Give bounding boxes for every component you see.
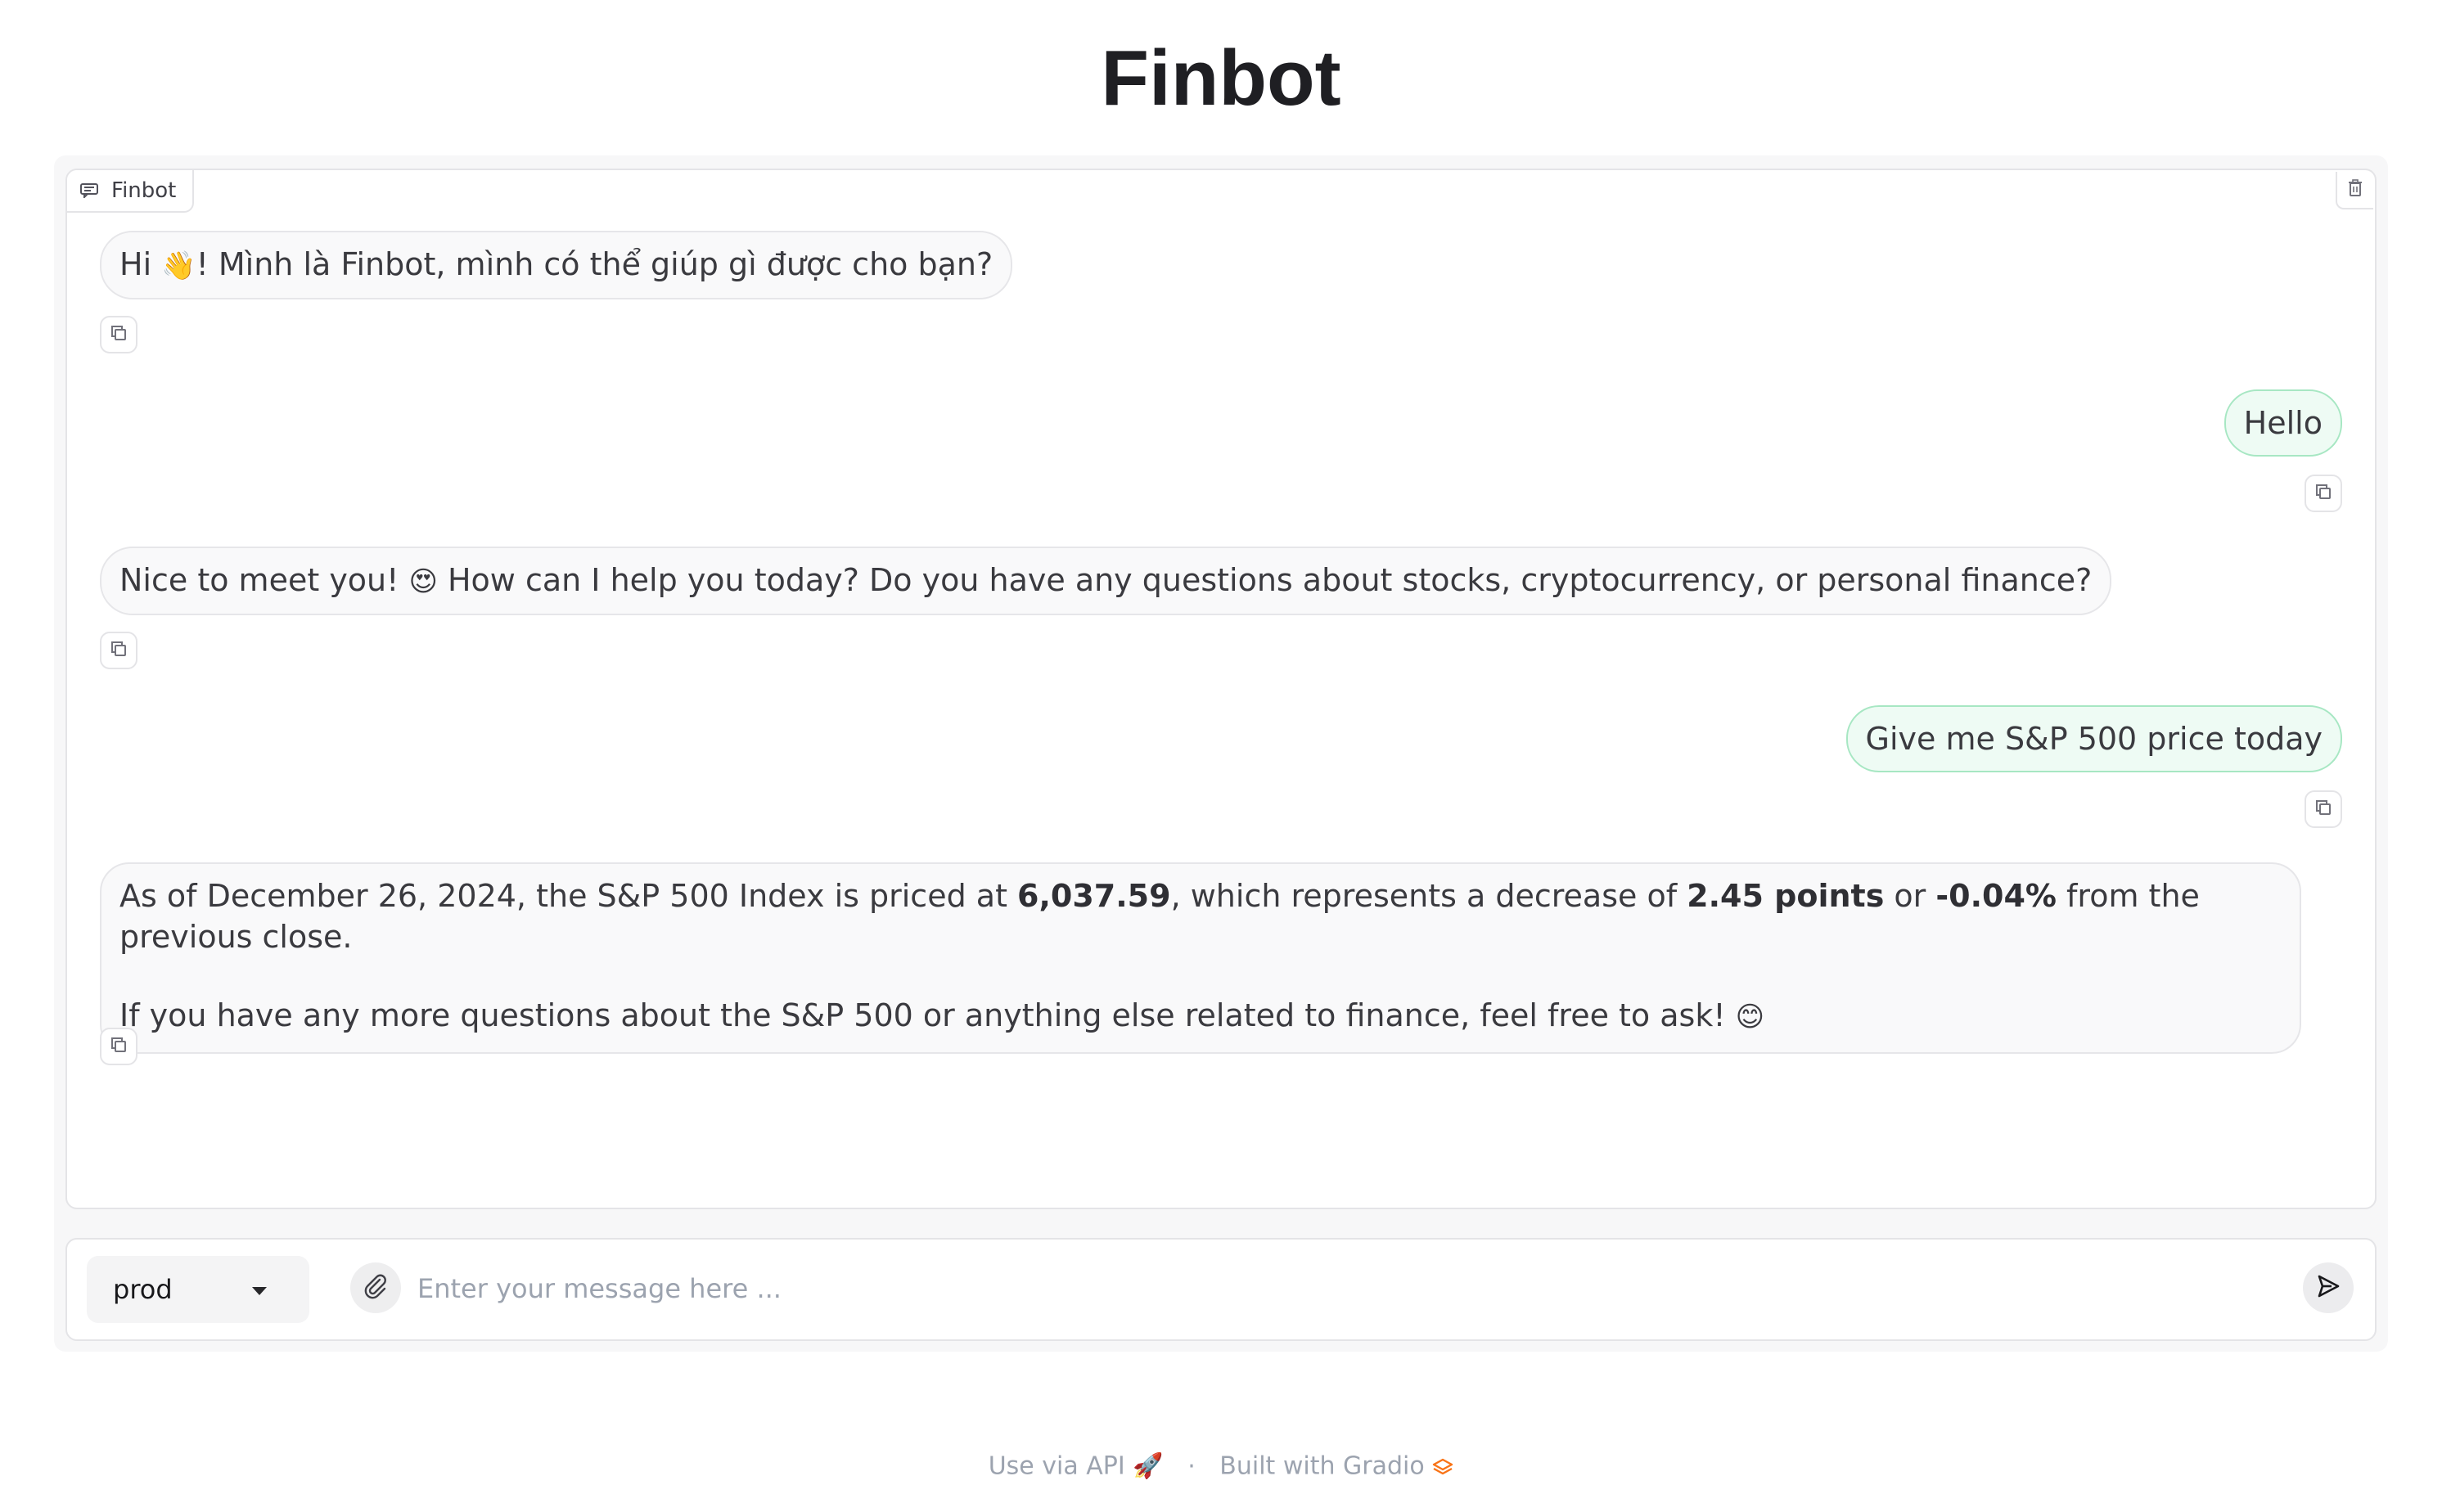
message-paragraph: As of December 26, 2024, the S&P 500 Ind…: [119, 875, 2282, 957]
bot-message: Hi 👋! Mình là Finbot, mình có thể giúp g…: [100, 231, 1013, 299]
smile-emoji: 😊: [1735, 1001, 1765, 1033]
message-text: Give me S&P 500 price today: [1865, 721, 2323, 757]
bot-message: Nice to meet you! 😍 How can I help you t…: [100, 547, 2112, 615]
message-text: As of December 26, 2024, the S&P 500 Ind…: [119, 878, 1018, 914]
user-message: Hello: [2223, 389, 2342, 457]
wave-emoji: 👋: [161, 250, 196, 282]
model-dropdown[interactable]: prod: [87, 1256, 309, 1323]
page-title: Finbot: [1101, 34, 1341, 122]
message-text: How can I help you today? Do you have an…: [437, 562, 2093, 598]
message-input-bar: prod: [65, 1238, 2377, 1341]
chatbot-label-text: Finbot: [111, 178, 177, 203]
footer-separator: ·: [1187, 1451, 1196, 1481]
paperclip-icon: [362, 1272, 390, 1303]
percent-change: -0.04%: [1935, 878, 2057, 914]
model-dropdown-value: prod: [113, 1274, 173, 1305]
message-text: Nice to meet you!: [119, 562, 409, 598]
copy-button[interactable]: [2305, 790, 2342, 828]
rocket-icon: 🚀: [1133, 1451, 1164, 1481]
chatbot-panel[interactable]: Finbot Hi 👋! Mình là Finbot, mình có thể…: [65, 169, 2377, 1209]
heart-eyes-emoji: 😍: [408, 565, 438, 598]
chatbot-label: Finbot: [67, 170, 195, 213]
message-paragraph: If you have any more questions about the…: [119, 995, 2282, 1037]
trash-icon: [2347, 179, 2363, 200]
price-value: 6,037.59: [1017, 878, 1171, 914]
bot-message: As of December 26, 2024, the S&P 500 Ind…: [100, 862, 2301, 1054]
footer: Use via API 🚀 · Built with Gradio: [0, 1448, 2442, 1485]
message-text: , which represents a decrease of: [1170, 878, 1687, 914]
api-link-label: Use via API: [988, 1451, 1125, 1481]
copy-icon: [110, 324, 128, 345]
user-message: Give me S&P 500 price today: [1845, 705, 2342, 772]
chat-icon: [80, 183, 98, 198]
message-text: If you have any more questions about the…: [119, 997, 1736, 1033]
copy-icon: [2314, 483, 2332, 504]
attach-file-button[interactable]: [350, 1262, 401, 1313]
gradio-logo-icon: [1432, 1452, 1453, 1481]
send-button[interactable]: [2303, 1262, 2354, 1313]
message-text: ! Mình là Finbot, mình có thể giúp gì đư…: [196, 246, 993, 282]
copy-button[interactable]: [100, 632, 137, 669]
gradio-link-label: Built with Gradio: [1219, 1451, 1425, 1481]
copy-icon: [110, 640, 128, 661]
built-with-gradio-link[interactable]: Built with Gradio: [1219, 1451, 1453, 1481]
clear-chat-button[interactable]: [2336, 172, 2373, 209]
points-change: 2.45 points: [1687, 878, 1885, 914]
send-icon: [2315, 1273, 2341, 1303]
copy-button[interactable]: [2305, 475, 2342, 512]
message-text: or: [1884, 878, 1936, 914]
copy-button[interactable]: [100, 316, 137, 353]
copy-icon: [2314, 799, 2332, 820]
copy-button[interactable]: [100, 1028, 137, 1065]
copy-icon: [110, 1036, 128, 1057]
use-via-api-link[interactable]: Use via API 🚀: [988, 1451, 1164, 1481]
message-text: Hi: [119, 246, 162, 282]
message-text: Hello: [2243, 405, 2323, 441]
message-input[interactable]: [416, 1262, 2301, 1315]
chevron-down-icon: [252, 1287, 267, 1295]
